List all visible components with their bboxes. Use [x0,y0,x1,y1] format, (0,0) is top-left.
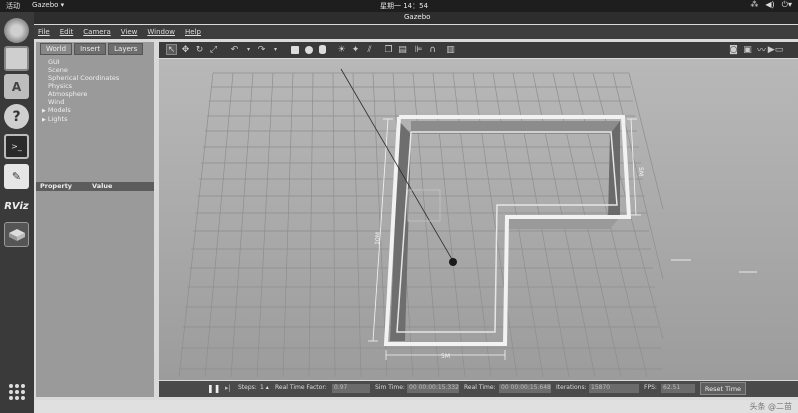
step-icon[interactable]: ▸| [225,384,231,392]
tree-item-spherical-coordinates[interactable]: Spherical Coordinates [48,74,119,82]
steps-spinner[interactable]: 1 ▴ [260,384,269,391]
tree-item-gui[interactable]: GUI [48,58,119,66]
world-panel: World Insert Layers GUI Scene Spherical … [36,42,154,397]
text-editor-icon[interactable]: ✎ [4,164,29,189]
world-tree: GUI Scene Spherical Coordinates Physics … [42,58,119,124]
window-titlebar[interactable]: Gazebo [34,12,798,24]
scene-render[interactable]: 10M 5M 5M [159,59,798,380]
volume-icon[interactable]: ◀) [765,0,774,10]
menu-file[interactable]: File [38,28,50,36]
bottom-strip: 头条 @二苗 [34,400,798,413]
real-time-value: 00 00:00:15.648 [499,384,551,393]
3d-viewport[interactable]: 10M 5M 5M [159,59,798,380]
rviz-icon[interactable]: RViz [4,194,29,219]
tree-item-physics[interactable]: Physics [48,82,119,90]
change-view-icon[interactable]: ▥ [445,44,456,55]
fps-label: FPS: [644,384,657,391]
tree-item-scene[interactable]: Scene [48,66,119,74]
menu-help[interactable]: Help [185,28,201,36]
help-icon[interactable]: ? [4,104,29,129]
files-icon[interactable] [4,46,29,71]
tree-item-wind[interactable]: Wind [48,98,119,106]
system-tray[interactable]: ⁂ ◀) ⏻▾ [750,0,792,10]
gazebo-icon[interactable] [4,222,29,247]
snap-icon[interactable]: ∩ [427,44,438,55]
terminal-icon[interactable]: >_ [4,134,29,159]
sim-time-label: Sim Time: [375,384,405,391]
toolbar: ↖ ✥ ↻ ⤢ ↶ ▾ ↷ ▾ ☀ ✦ ⫽ ❐ ▤ ⊫ ∩ ▥ ◙ ▣ 〰 ▶▭ [159,42,798,58]
tree-item-models[interactable]: ▶ Models [42,106,119,115]
dimension-right-label: 5M [637,167,644,176]
menu-window[interactable]: Window [147,28,175,36]
sphere-shape-icon[interactable] [303,44,314,55]
network-icon[interactable]: ⁂ [750,0,758,10]
iterations-value: 15870 [589,384,639,393]
tab-world[interactable]: World [40,43,73,55]
fps-value: 62.51 [661,384,695,393]
steps-label: Steps: [238,384,257,391]
menu-edit[interactable]: Edit [60,28,74,36]
redo-history-icon[interactable]: ▾ [270,44,281,55]
property-header: Property Value [36,182,154,191]
show-applications-icon[interactable] [9,384,25,400]
value-column-header: Value [92,182,113,190]
box-shape-icon[interactable] [289,44,300,55]
rotate-mode-icon[interactable]: ↻ [194,44,205,55]
dimension-bottom-label: 5M [441,353,450,360]
tree-item-lights[interactable]: ▶ Lights [42,115,119,124]
video-record-icon[interactable]: ▶▭ [768,44,783,55]
gazebo-window: Gazebo File Edit Camera View Window Help… [34,12,798,413]
expand-arrow-icon[interactable]: ▶ [42,117,46,123]
firefox-icon[interactable] [4,18,29,43]
activities-button[interactable]: 活动 [6,1,20,11]
dimension-left-label: 10M [374,232,382,245]
software-center-icon[interactable]: A [4,74,29,99]
expand-arrow-icon[interactable]: ▶ [42,108,46,114]
iterations-label: Iterations: [556,384,587,391]
point-light-icon[interactable]: ☀ [336,44,347,55]
pause-icon[interactable]: ❚❚ [207,384,220,393]
system-top-bar: 活动 Gazebo ▾ 星期一 14：54 ⁂ ◀) ⏻▾ [0,0,798,12]
rtf-value: 0.97 [332,384,370,393]
menu-bar: File Edit Camera View Window Help [34,25,798,39]
undo-icon[interactable]: ↶ [229,44,240,55]
reset-time-button[interactable]: Reset Time [700,382,746,395]
paste-icon[interactable]: ▤ [397,44,408,55]
menu-view[interactable]: View [121,28,138,36]
sim-time-value: 00 00:00:15.332 [407,384,459,393]
undo-history-icon[interactable]: ▾ [243,44,254,55]
translate-mode-icon[interactable]: ✥ [180,44,191,55]
log-icon[interactable]: ▣ [742,44,753,55]
scale-mode-icon[interactable]: ⤢ [208,44,219,55]
cylinder-shape-icon[interactable] [317,44,328,55]
screenshot-icon[interactable]: ◙ [728,44,739,55]
directional-light-icon[interactable]: ⫽ [364,44,375,55]
rtf-label: Real Time Factor: [275,384,327,391]
plot-icon[interactable]: 〰 [756,44,767,56]
redo-icon[interactable]: ↷ [256,44,267,55]
watermark: 头条 @二苗 [749,402,792,411]
tab-layers[interactable]: Layers [108,43,144,55]
align-icon[interactable]: ⊫ [413,44,424,55]
power-icon[interactable]: ⏻▾ [782,0,792,10]
copy-icon[interactable]: ❐ [383,44,394,55]
tab-insert[interactable]: Insert [74,43,107,55]
spot-light-icon[interactable]: ✦ [350,44,361,55]
clock[interactable]: 星期一 14：54 [380,1,428,11]
tree-item-atmosphere[interactable]: Atmosphere [48,90,119,98]
select-mode-icon[interactable]: ↖ [166,44,177,55]
origin-marker[interactable] [449,258,457,266]
menu-camera[interactable]: Camera [83,28,110,36]
property-column-header: Property [40,182,73,190]
window-title: Gazebo [404,13,431,21]
application-dock: A ? >_ ✎ RViz [0,12,34,413]
simulation-status-bar: ❚❚ ▸| Steps: 1 ▴ Real Time Factor: 0.97 … [159,381,798,397]
real-time-label: Real Time: [464,384,496,391]
app-menu[interactable]: Gazebo ▾ [32,1,64,9]
